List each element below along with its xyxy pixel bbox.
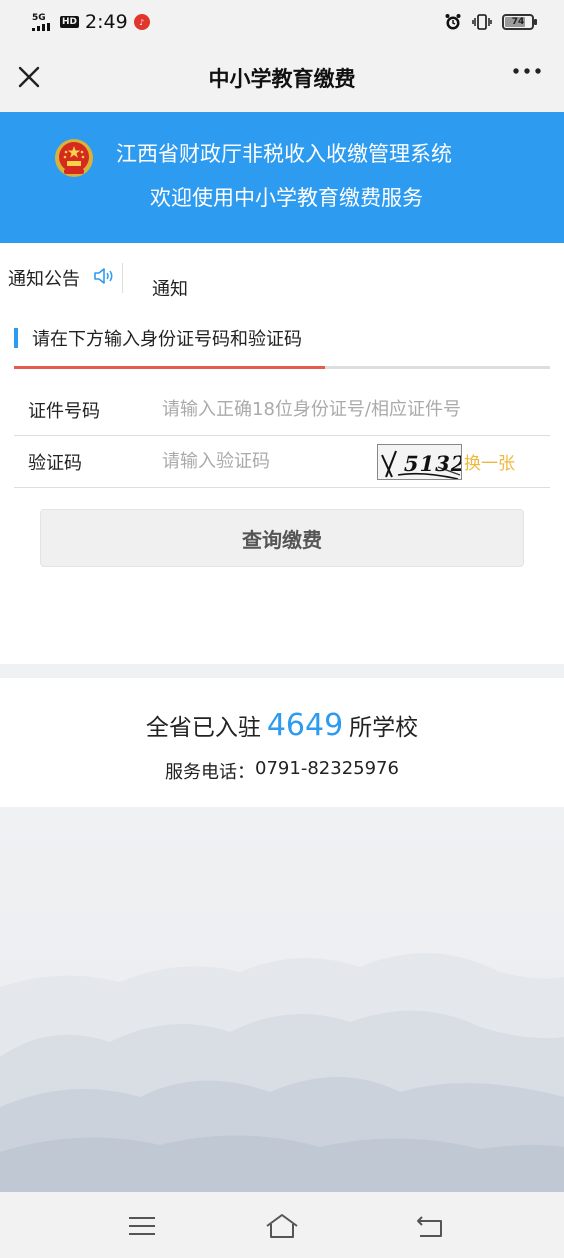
id-number-row: 证件号码 <box>14 384 550 436</box>
captcha-label: 验证码 <box>28 452 82 474</box>
notice-divider <box>122 263 123 293</box>
hd-badge: HD <box>60 16 80 28</box>
query-payment-button[interactable]: 查询缴费 <box>40 509 524 567</box>
status-bar: 5G HD 2:49 ♪ 74 <box>0 0 564 44</box>
service-phone-label: 服务电话： <box>165 762 256 783</box>
signal-icon <box>32 22 50 31</box>
more-icon[interactable] <box>512 66 542 76</box>
notice-label: 通知公告 <box>8 269 80 290</box>
service-phone-number[interactable]: 0791-82325976 <box>255 758 399 784</box>
status-right: 74 <box>444 13 537 31</box>
header-banner: 江西省财政厅非税收入收缴管理系统 欢迎使用中小学教育缴费服务 <box>0 112 564 243</box>
id-number-label: 证件号码 <box>28 400 100 422</box>
page-title: 中小学教育缴费 <box>208 67 356 91</box>
vibrate-icon <box>472 14 492 30</box>
service-phone-line: 服务电话： 0791-82325976 <box>0 758 564 784</box>
section-title-text: 请在下方输入身份证号码和验证码 <box>32 329 302 350</box>
mountain-background <box>0 807 564 1192</box>
national-emblem-icon <box>55 139 93 177</box>
battery-level: 74 <box>511 17 525 27</box>
refresh-captcha-link[interactable]: 换一张 <box>464 449 515 474</box>
system-nav-bar <box>0 1192 564 1258</box>
id-number-input[interactable] <box>162 389 542 430</box>
close-icon[interactable] <box>14 62 44 92</box>
banner-title: 江西省财政厅非税收入收缴管理系统 <box>116 142 452 166</box>
status-time: 2:49 <box>85 11 128 33</box>
home-icon[interactable] <box>264 1212 300 1240</box>
progress-bar <box>14 366 550 369</box>
school-count-prefix: 全省已入驻 <box>145 715 261 741</box>
school-count-line: 全省已入驻 4649 所学校 <box>0 708 564 743</box>
school-count-suffix: 所学校 <box>349 715 419 741</box>
school-count: 4649 <box>266 708 344 743</box>
back-icon[interactable] <box>414 1212 446 1240</box>
battery-icon: 74 <box>502 14 537 30</box>
menu-icon[interactable] <box>126 1212 158 1240</box>
section-title: 请在下方输入身份证号码和验证码 <box>14 328 302 350</box>
section-accent-bar <box>14 328 18 348</box>
notification-icon: ♪ <box>133 14 150 30</box>
stats-section: 全省已入驻 4649 所学校 服务电话： 0791-82325976 <box>0 678 564 807</box>
captcha-row: 验证码 5132 换一张 <box>14 436 550 488</box>
notice-bar[interactable]: 通知公告 通知 <box>0 259 564 300</box>
captcha-input[interactable] <box>162 441 377 482</box>
signal-indicator: 5G <box>32 12 54 31</box>
captcha-image[interactable]: 5132 <box>377 443 462 480</box>
notice-text[interactable]: 通知 <box>152 275 188 301</box>
captcha-text: 5132 <box>401 450 462 476</box>
status-left: 5G HD 2:49 ♪ <box>32 11 150 33</box>
progress-fill <box>14 366 325 369</box>
banner-subtitle: 欢迎使用中小学教育缴费服务 <box>150 186 423 210</box>
speaker-icon <box>94 268 113 284</box>
nav-bar: 中小学教育缴费 <box>0 44 564 112</box>
main-content: 通知公告 通知 请在下方输入身份证号码和验证码 证件号码 验证码 <box>0 243 564 664</box>
alarm-icon <box>445 14 461 30</box>
network-type: 5G <box>32 12 46 23</box>
